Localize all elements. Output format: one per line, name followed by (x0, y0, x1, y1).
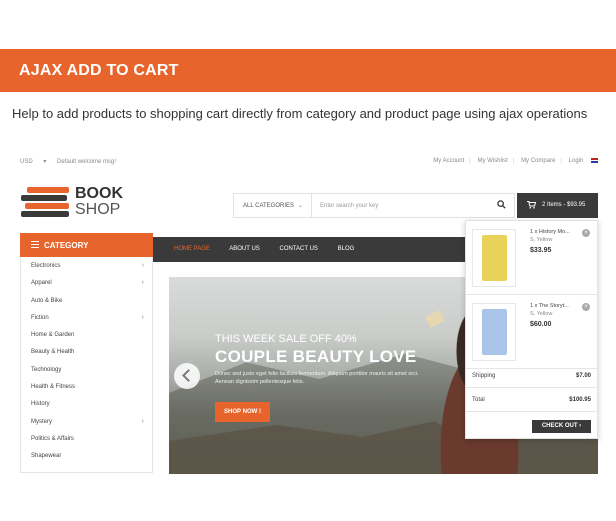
item-name[interactable]: History Mo... (539, 229, 570, 235)
hero-sale-text: THIS WEEK SALE OFF 40% (215, 333, 357, 345)
search-category-select[interactable]: ALL CATEGORIES ⌄ (234, 194, 312, 217)
category-item[interactable]: Health & Fitness (21, 378, 152, 395)
slider-prev-button[interactable] (174, 363, 200, 389)
feature-banner: AJAX ADD TO CART (0, 49, 616, 92)
item-name[interactable]: The Storyt... (539, 303, 569, 309)
category-label: Electronics (31, 263, 61, 269)
remove-item-icon[interactable]: × (582, 303, 590, 311)
store-logo[interactable]: BOOK SHOP (21, 186, 131, 220)
category-item[interactable]: Home & Garden (21, 326, 152, 343)
category-label: Auto & Bike (31, 297, 63, 304)
item-option: S, Yellow (530, 237, 553, 243)
shop-now-button[interactable]: SHOP NOW ! (215, 402, 270, 422)
divider (466, 387, 597, 388)
chevron-down-icon: ⌄ (298, 203, 304, 209)
product-thumbnail[interactable] (472, 229, 516, 287)
category-label: History (31, 401, 50, 408)
checkout-button[interactable]: CHECK OUT › (532, 420, 591, 433)
category-label: Apparel (31, 280, 52, 287)
category-item[interactable]: Politics & Affairs (21, 430, 152, 447)
category-item[interactable]: Shapewear (21, 447, 152, 464)
hero-description: Donec sed justo eget felis facilisis fer… (215, 371, 419, 385)
chevron-right-icon: › (141, 262, 144, 269)
category-item[interactable]: Technology (21, 361, 152, 378)
category-label: Mystery (31, 418, 52, 425)
book-cover (482, 235, 507, 281)
book-cover (482, 309, 507, 355)
category-label: Technology (31, 366, 62, 373)
cart-summary: 2 Items - $93.95 (542, 202, 586, 208)
category-item[interactable]: Auto & Bike (21, 292, 152, 309)
category-list: Electronics › Apparel › Auto & Bike Fiction › H… (20, 257, 153, 473)
category-item[interactable]: Beauty & Health (21, 343, 152, 360)
currency-selector[interactable]: USD ▾ (20, 159, 46, 165)
separator: | (512, 158, 515, 165)
total-label: Total (472, 397, 485, 403)
nav-about[interactable]: ABOUT US (229, 246, 260, 252)
category-item[interactable]: Fiction › (21, 309, 152, 326)
category-label: Fiction (31, 314, 49, 321)
category-label: Home & Garden (31, 332, 75, 339)
logo-text-book: BOOK (75, 185, 123, 202)
product-thumbnail[interactable] (472, 303, 516, 361)
flag-icon[interactable] (591, 158, 598, 163)
item-option: S, Yellow (530, 311, 553, 317)
total-row: Total $100.95 (472, 397, 591, 403)
category-label: Health & Fitness (31, 384, 76, 391)
item-qty: 1 x (530, 303, 538, 309)
divider (466, 411, 597, 412)
top-bar: USD ▾ Default welcome msg! My Account | M… (0, 152, 616, 172)
category-item[interactable]: Apparel › (21, 274, 152, 291)
item-price: $33.95 (530, 247, 552, 254)
chevron-right-icon: › (141, 313, 144, 321)
link-my-compare[interactable]: My Compare (521, 158, 555, 164)
cart-icon (527, 201, 536, 209)
item-qty: 1 x (530, 229, 538, 235)
category-label: Shapewear (31, 453, 62, 460)
category-label: Politics & Affairs (31, 435, 74, 442)
shipping-label: Shipping (472, 373, 496, 379)
link-login[interactable]: Login (569, 158, 584, 164)
feature-description: Help to add products to shopping cart di… (12, 106, 588, 121)
cart-item: 1 x History Mo... S, Yellow $33.95 × (466, 221, 597, 295)
shipping-value: $7.00 (575, 373, 591, 379)
banner-title: AJAX ADD TO CART (19, 62, 179, 79)
separator: | (469, 158, 471, 165)
link-my-wishlist[interactable]: My Wishlist (477, 158, 507, 164)
cart-item: 1 x The Storyt... S, Yellow $60.00 × (466, 295, 597, 369)
category-label: Beauty & Health (31, 349, 75, 356)
category-item[interactable]: Electronics › (21, 257, 152, 274)
remove-item-icon[interactable]: × (582, 229, 590, 237)
currency-label: USD (20, 159, 33, 165)
welcome-message: Default welcome msg! (57, 159, 117, 165)
link-my-account[interactable]: My Account (433, 158, 464, 164)
item-price: $60.00 (530, 321, 552, 328)
category-item[interactable]: Mystery › (21, 413, 152, 430)
shipping-row: Shipping $7.00 (472, 373, 591, 379)
separator: | (560, 158, 562, 165)
chevron-right-icon: › (141, 279, 144, 287)
category-title: CATEGORY (44, 241, 89, 250)
logo-icon (21, 186, 73, 220)
category-item[interactable]: History (21, 395, 152, 412)
nav-home[interactable]: HOME PAGE (174, 246, 210, 252)
checkout-label: CHECK OUT (541, 423, 578, 429)
total-value: $100.95 (569, 397, 591, 403)
chevron-right-icon: › (141, 417, 144, 425)
search-bar: ALL CATEGORIES ⌄ Enter search your key (233, 193, 515, 218)
account-links: My Account | My Wishlist | My Compare | Log… (433, 158, 598, 164)
nav-contact[interactable]: CONTACT US (279, 246, 317, 252)
mini-cart-dropdown: 1 x History Mo... S, Yellow $33.95 × 1 x… (465, 220, 598, 439)
menu-icon (31, 241, 39, 248)
nav-blog[interactable]: BLOG (338, 246, 355, 252)
search-icon[interactable] (497, 200, 506, 209)
category-toggle[interactable]: CATEGORY (20, 233, 153, 257)
cart-button[interactable]: 2 Items - $93.95 (517, 193, 598, 218)
logo-text-shop: SHOP (75, 201, 121, 218)
search-category-label: ALL CATEGORIES (243, 203, 295, 209)
search-input[interactable]: Enter search your key (320, 203, 378, 209)
hero-headline: COUPLE BEAUTY LOVE (215, 347, 417, 366)
nav-links: HOME PAGE ABOUT US CONTACT US BLOG (174, 246, 372, 252)
